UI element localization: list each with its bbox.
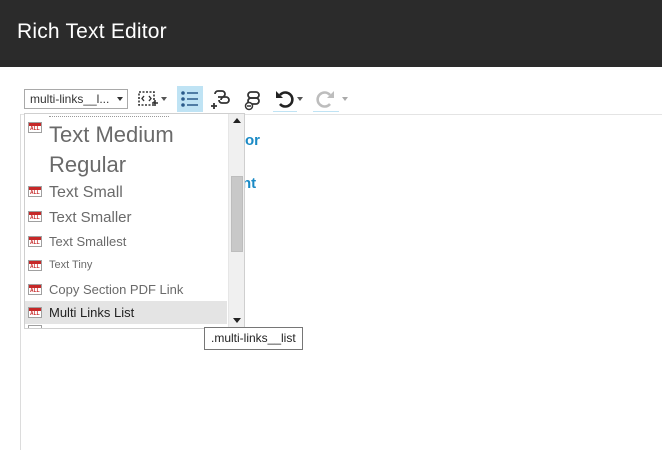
- scroll-up-arrow-icon[interactable]: [229, 114, 244, 128]
- list-item[interactable]: Regular: [25, 150, 227, 180]
- style-icon: ALL: [28, 236, 42, 247]
- style-icon: ALL: [28, 186, 42, 197]
- dropdown-scrollbar[interactable]: [228, 114, 244, 328]
- list-item[interactable]: ALL Copy Section PDF Link: [25, 278, 227, 301]
- scrollbar-thumb[interactable]: [231, 176, 243, 252]
- style-icon: ALL: [28, 211, 42, 222]
- scroll-down-arrow-icon[interactable]: [229, 314, 244, 328]
- list-item[interactable]: ALL Text Small: [25, 181, 227, 205]
- insert-snippet-button[interactable]: [136, 86, 168, 112]
- undo-icon: [276, 91, 294, 108]
- app-header: Rich Text Editor: [0, 0, 662, 67]
- chevron-down-icon: [117, 97, 123, 101]
- style-dropdown-list[interactable]: ALL Text Medium Regular ALL Text Small A…: [24, 113, 245, 329]
- redo-icon: [316, 91, 334, 108]
- bulleted-list-button[interactable]: [177, 86, 203, 112]
- clipped-item: [28, 325, 42, 328]
- redo-button[interactable]: [313, 86, 349, 112]
- style-icon: ALL: [28, 122, 42, 133]
- style-tooltip: .multi-links__list: [204, 327, 303, 350]
- chevron-down-icon: [161, 97, 167, 101]
- page-title: Rich Text Editor: [17, 20, 167, 43]
- insert-link-button[interactable]: [210, 86, 234, 112]
- style-icon: ALL: [28, 284, 42, 295]
- style-dropdown-items: ALL Text Medium Regular ALL Text Small A…: [25, 114, 227, 328]
- chevron-down-icon: [297, 97, 303, 101]
- insert-snippet-icon: [138, 91, 158, 106]
- clipped-item: [49, 114, 169, 117]
- remove-link-icon: [244, 91, 260, 111]
- remove-link-button[interactable]: [242, 86, 266, 112]
- list-item[interactable]: ALL Text Smaller: [25, 206, 227, 229]
- style-select-value: multi-links__l...: [30, 92, 110, 106]
- list-item[interactable]: ALL Text Medium: [25, 119, 227, 147]
- style-icon: ALL: [28, 260, 42, 271]
- bulleted-list-icon: [181, 91, 198, 107]
- list-item-selected[interactable]: ALL Multi Links List: [25, 301, 227, 324]
- chevron-down-icon: [342, 97, 348, 101]
- list-item[interactable]: ALL Text Tiny: [25, 254, 227, 277]
- editor-left-border: [20, 114, 21, 450]
- undo-button[interactable]: [273, 86, 305, 112]
- style-icon: ALL: [28, 307, 42, 318]
- list-item[interactable]: ALL Text Smallest: [25, 230, 227, 253]
- style-select[interactable]: multi-links__l...: [24, 89, 128, 109]
- insert-link-icon: [211, 90, 230, 109]
